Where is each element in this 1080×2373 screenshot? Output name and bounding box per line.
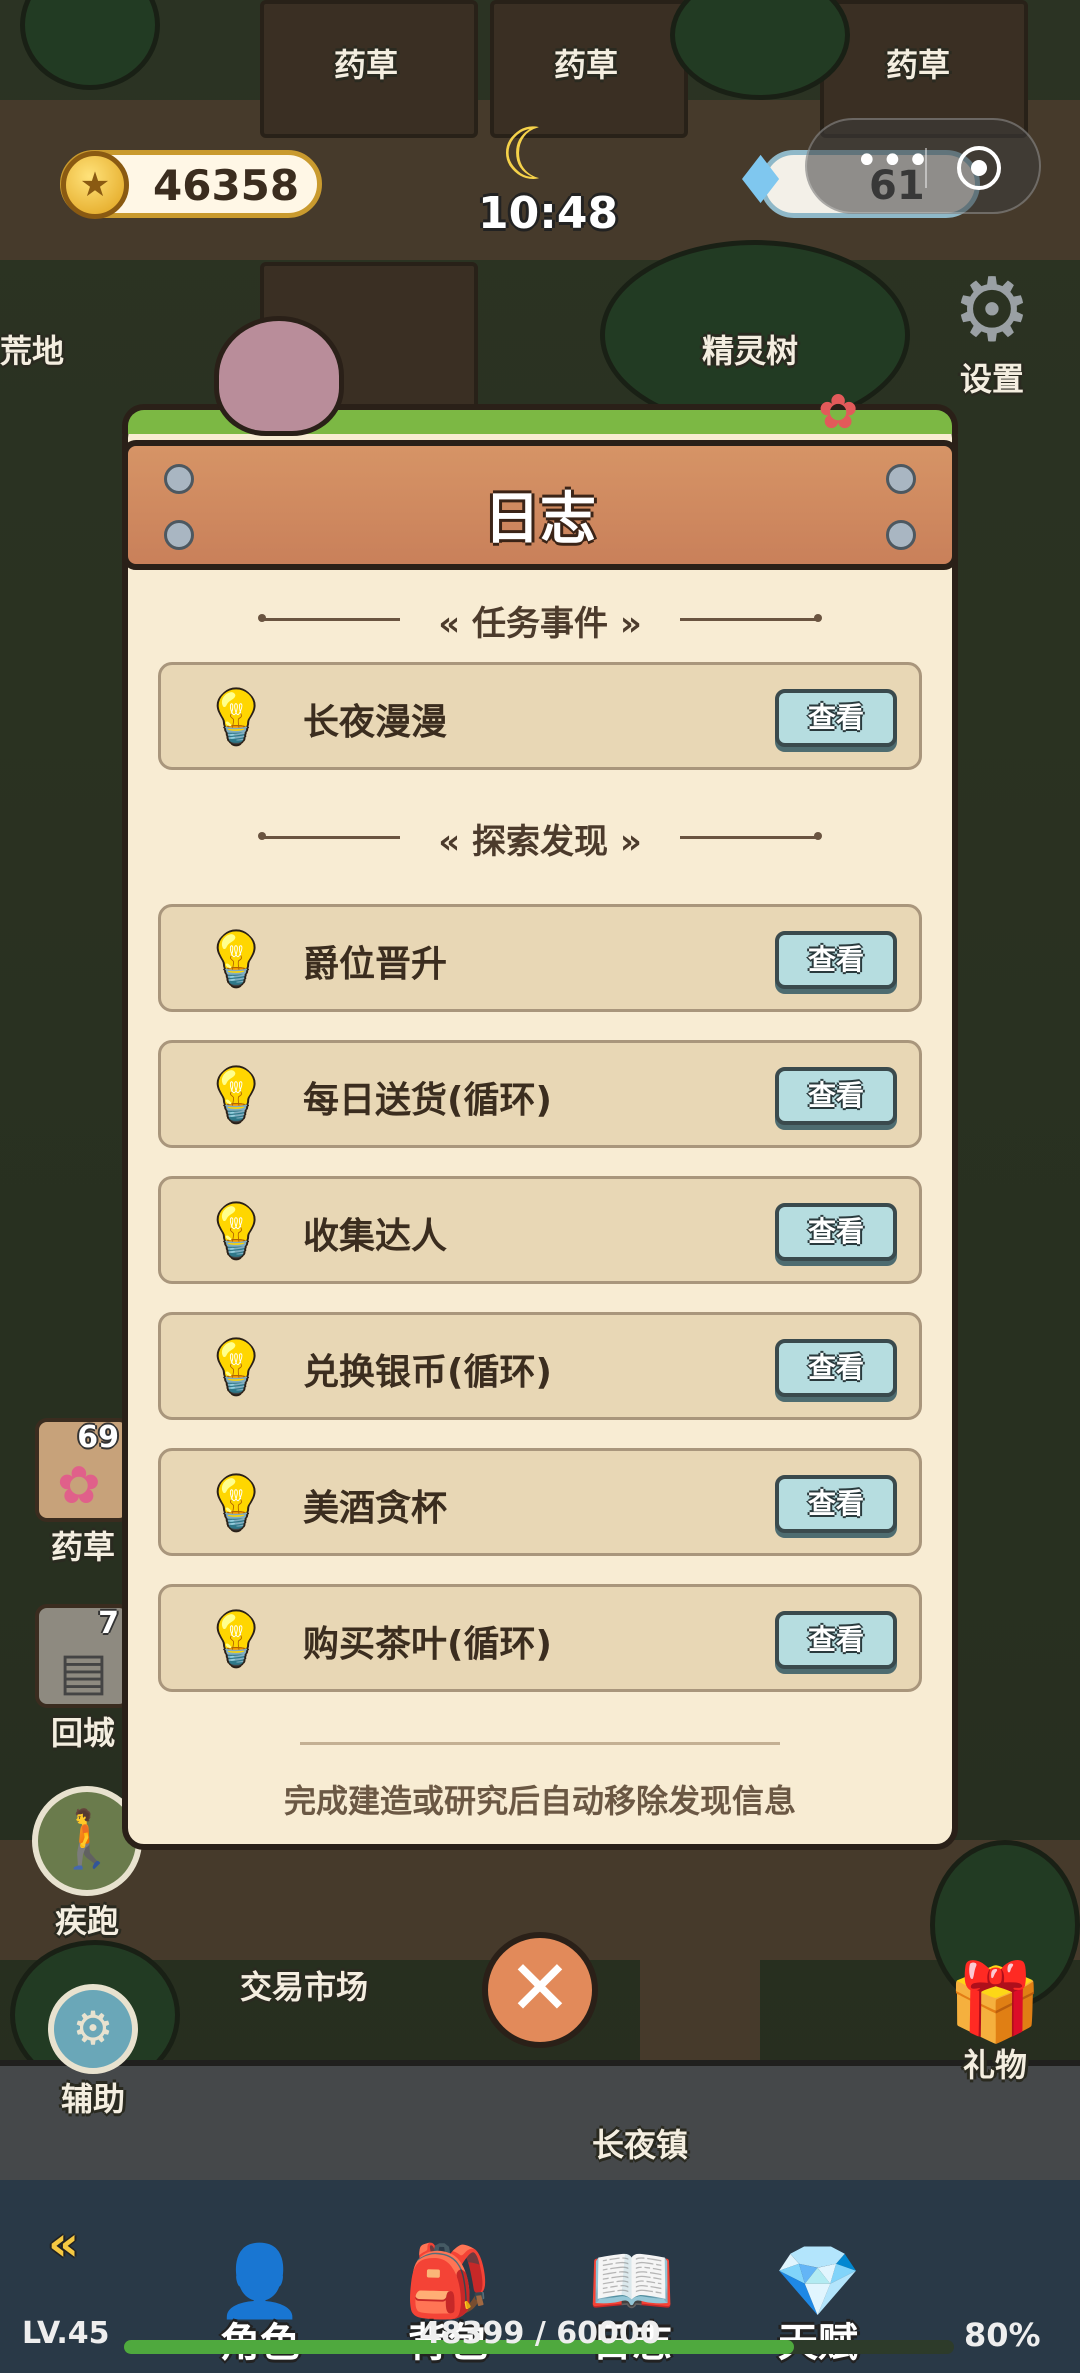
section-title-tasks: 任务事件 xyxy=(472,604,608,644)
lightbulb-icon: 💡 xyxy=(205,1610,268,1668)
footer-divider xyxy=(300,1742,780,1745)
back-arrows-icon[interactable]: « xyxy=(48,2216,79,2272)
miniprogram-capsule: ••• xyxy=(805,118,1041,214)
settings-button[interactable]: ⚙ 设置 xyxy=(944,266,1040,400)
market-label: 交易市场 xyxy=(240,1968,369,2006)
assist-label: 辅助 xyxy=(60,2080,125,2118)
journal-entry[interactable]: 💡 长夜漫漫 查看 xyxy=(158,662,922,770)
view-button[interactable]: 查看 xyxy=(775,1203,897,1261)
entry-title: 长夜漫漫 xyxy=(303,702,448,743)
more-dots-icon[interactable]: ••• xyxy=(855,138,932,184)
spirit-tree-label: 精灵树 xyxy=(702,332,799,370)
return-slot: 7 ▤ xyxy=(35,1604,131,1708)
game-clock: 10:48 xyxy=(478,188,619,239)
journal-entry[interactable]: 💡 每日送货(循环) 查看 xyxy=(158,1040,922,1148)
entry-title: 购买茶叶(循环) xyxy=(303,1624,552,1665)
gift-button[interactable]: 🎁 礼物 xyxy=(940,1964,1050,2086)
book-icon: 📖 xyxy=(588,2240,676,2322)
view-button[interactable]: 查看 xyxy=(775,1339,897,1397)
section-header-explore: « 探索发现 » xyxy=(260,814,820,863)
coin-amount: 46358 xyxy=(153,161,300,210)
character-icon: 👤 xyxy=(216,2240,304,2322)
lightbulb-icon: 💡 xyxy=(205,1338,268,1396)
view-button[interactable]: 查看 xyxy=(775,931,897,989)
backpack-icon: 🎒 xyxy=(404,2240,492,2322)
herb-field-label: 药草 xyxy=(334,46,399,84)
section-header-tasks: « 任务事件 » xyxy=(260,596,820,645)
view-button[interactable]: 查看 xyxy=(775,1475,897,1533)
entry-title: 美酒贪杯 xyxy=(303,1488,448,1529)
lightbulb-icon: 💡 xyxy=(205,1474,268,1532)
journal-entry[interactable]: 💡 收集达人 查看 xyxy=(158,1176,922,1284)
close-button[interactable]: ✕ xyxy=(482,1932,598,2048)
scroll-icon: ▤ xyxy=(59,1642,109,1702)
lightbulb-icon: 💡 xyxy=(205,1202,268,1260)
gear-wheel-icon: ⚙ xyxy=(48,1984,138,2074)
journal-entry[interactable]: 💡 爵位晋升 查看 xyxy=(158,904,922,1012)
lightbulb-icon: 💡 xyxy=(205,688,268,746)
lightbulb-icon: 💡 xyxy=(205,1066,268,1124)
view-button[interactable]: 查看 xyxy=(775,1611,897,1669)
coin-counter[interactable]: ★ 46358 xyxy=(60,150,322,219)
dialog-header-plank: 日志 xyxy=(122,440,958,570)
sprint-label: 疾跑 xyxy=(54,1902,119,1940)
herb-count: 69 xyxy=(77,1420,119,1455)
journal-entry[interactable]: 💡 购买茶叶(循环) 查看 xyxy=(158,1584,922,1692)
assist-button[interactable]: ⚙ 辅助 xyxy=(38,1984,148,2120)
view-button[interactable]: 查看 xyxy=(775,1067,897,1125)
close-target-icon[interactable] xyxy=(957,146,1001,190)
view-button[interactable]: 查看 xyxy=(775,689,897,747)
journal-entry[interactable]: 💡 兑换银币(循环) 查看 xyxy=(158,1312,922,1420)
star-coin-icon: ★ xyxy=(61,151,129,219)
entry-title: 收集达人 xyxy=(303,1216,448,1257)
wasteland-label: 荒地 xyxy=(0,332,65,370)
winged-gem-icon: 💎 xyxy=(774,2240,862,2322)
herb-field-label: 药草 xyxy=(554,46,619,84)
tab-label: 天赋 xyxy=(748,2310,888,2368)
flower-decoration-icon: ✿ xyxy=(818,384,859,440)
moon-icon: ☾ xyxy=(500,112,565,196)
rabbit-mascot-icon xyxy=(214,316,344,436)
flower-icon: ✿ xyxy=(57,1456,101,1516)
gift-label: 礼物 xyxy=(962,2046,1027,2084)
player-level: LV.45 xyxy=(22,2316,110,2351)
tab-label: 角色 xyxy=(190,2310,330,2368)
journal-entry[interactable]: 💡 美酒贪杯 查看 xyxy=(158,1448,922,1556)
xp-text: 48399 / 60000 xyxy=(420,2316,661,2351)
lightbulb-icon: 💡 xyxy=(205,930,268,988)
town-label: 长夜镇 xyxy=(592,2126,689,2164)
gear-icon: ⚙ xyxy=(952,258,1032,361)
herb-field-label: 药草 xyxy=(886,46,951,84)
diamond-icon: ♦ xyxy=(731,142,791,219)
entry-title: 兑换银币(循环) xyxy=(303,1352,552,1393)
return-count: 7 xyxy=(98,1606,119,1641)
section-title-explore: 探索发现 xyxy=(472,822,608,862)
capsule-divider xyxy=(925,148,927,188)
entry-title: 每日送货(循环) xyxy=(303,1080,552,1121)
gift-box-icon: 🎁 xyxy=(947,1957,1043,2046)
xp-percent: 80% xyxy=(964,2316,1041,2354)
footer-note: 完成建造或研究后自动移除发现信息 xyxy=(283,1782,796,1820)
herb-slot: 69 ✿ xyxy=(35,1418,131,1522)
dialog-title: 日志 xyxy=(484,487,596,552)
entry-title: 爵位晋升 xyxy=(303,944,448,985)
